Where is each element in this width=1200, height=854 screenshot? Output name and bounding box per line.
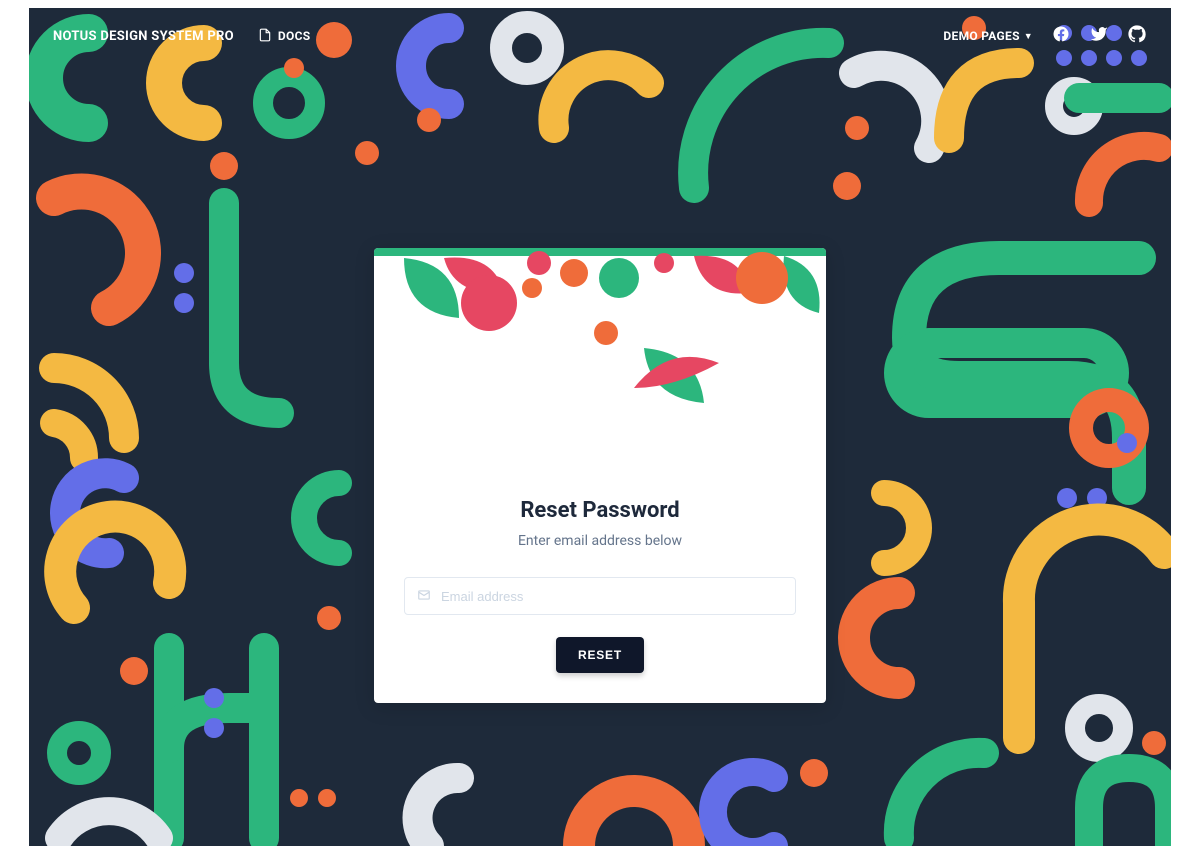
twitter-link[interactable]	[1089, 26, 1109, 46]
card-hero-illustration	[374, 248, 826, 428]
demo-pages-dropdown[interactable]: DEMO PAGES ▼	[943, 29, 1033, 43]
nav-left: NOTUS DESIGN SYSTEM PRO DOCS	[53, 28, 310, 45]
page: NOTUS DESIGN SYSTEM PRO DOCS DEMO PAGES …	[29, 8, 1171, 846]
card-subtitle: Enter email address below	[404, 533, 796, 549]
demo-pages-label: DEMO PAGES	[943, 29, 1019, 43]
docs-link[interactable]: DOCS	[258, 28, 311, 45]
reset-card: Reset Password Enter email address below…	[374, 248, 826, 703]
github-icon	[1128, 25, 1146, 47]
file-icon	[258, 28, 272, 45]
twitter-icon	[1090, 25, 1108, 47]
facebook-link[interactable]	[1051, 26, 1071, 46]
nav-right: DEMO PAGES ▼	[943, 26, 1147, 46]
docs-label: DOCS	[278, 29, 311, 43]
github-link[interactable]	[1127, 26, 1147, 46]
navbar: NOTUS DESIGN SYSTEM PRO DOCS DEMO PAGES …	[29, 8, 1171, 64]
envelope-icon	[417, 587, 441, 606]
card-title: Reset Password	[404, 498, 796, 523]
chevron-down-icon: ▼	[1024, 31, 1033, 42]
card-hero	[374, 248, 826, 428]
facebook-icon	[1052, 25, 1070, 47]
brand-link[interactable]: NOTUS DESIGN SYSTEM PRO	[53, 29, 234, 44]
reset-button[interactable]: RESET	[556, 637, 644, 673]
email-input-wrap[interactable]	[404, 577, 796, 615]
card-body: Reset Password Enter email address below…	[374, 428, 826, 703]
email-input[interactable]	[441, 589, 783, 604]
